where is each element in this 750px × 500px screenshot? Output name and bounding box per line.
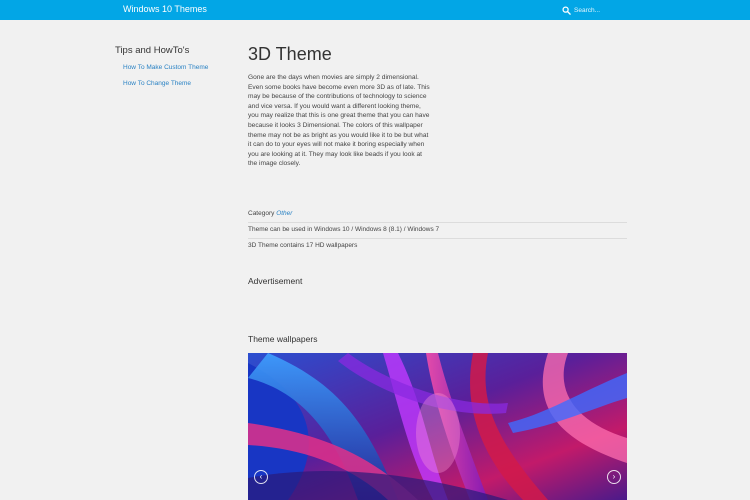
wallpaper-carousel[interactable]: ‹ ›	[248, 353, 627, 500]
search-box[interactable]	[562, 4, 642, 16]
contains-row: 3D Theme contains 17 HD wallpapers	[248, 242, 358, 249]
main-content: 3D Theme Gone are the days when movies a…	[248, 44, 628, 169]
sidebar: Tips and HowTo's How To Make Custom Them…	[115, 45, 235, 96]
category-row: Category Other	[248, 207, 627, 223]
category-link[interactable]: Other	[276, 210, 292, 217]
sidebar-link-custom-theme[interactable]: How To Make Custom Theme	[123, 64, 235, 71]
chevron-left-icon: ‹	[259, 472, 263, 481]
search-input[interactable]	[574, 6, 634, 14]
wallpaper-image	[248, 353, 627, 500]
carousel-next-button[interactable]: ›	[607, 470, 621, 484]
carousel-prev-button[interactable]: ‹	[254, 470, 268, 484]
search-icon[interactable]	[562, 5, 571, 15]
category-label: Category	[248, 210, 275, 217]
wallpapers-heading: Theme wallpapers	[248, 334, 318, 344]
page-title: 3D Theme	[248, 44, 332, 64]
theme-description: Gone are the days when movies are simply…	[248, 74, 430, 168]
top-navbar: Windows 10 Themes	[0, 0, 750, 20]
advertisement-heading: Advertisement	[248, 276, 303, 286]
sidebar-link-change-theme[interactable]: How To Change Theme	[123, 80, 235, 87]
sidebar-title: Tips and HowTo's	[115, 45, 190, 56]
chevron-right-icon: ›	[612, 472, 616, 481]
site-brand-link[interactable]: Windows 10 Themes	[123, 4, 207, 14]
theme-meta: Category Other Theme can be used in Wind…	[248, 207, 627, 255]
compat-row: Theme can be used in Windows 10 / Window…	[248, 223, 627, 239]
